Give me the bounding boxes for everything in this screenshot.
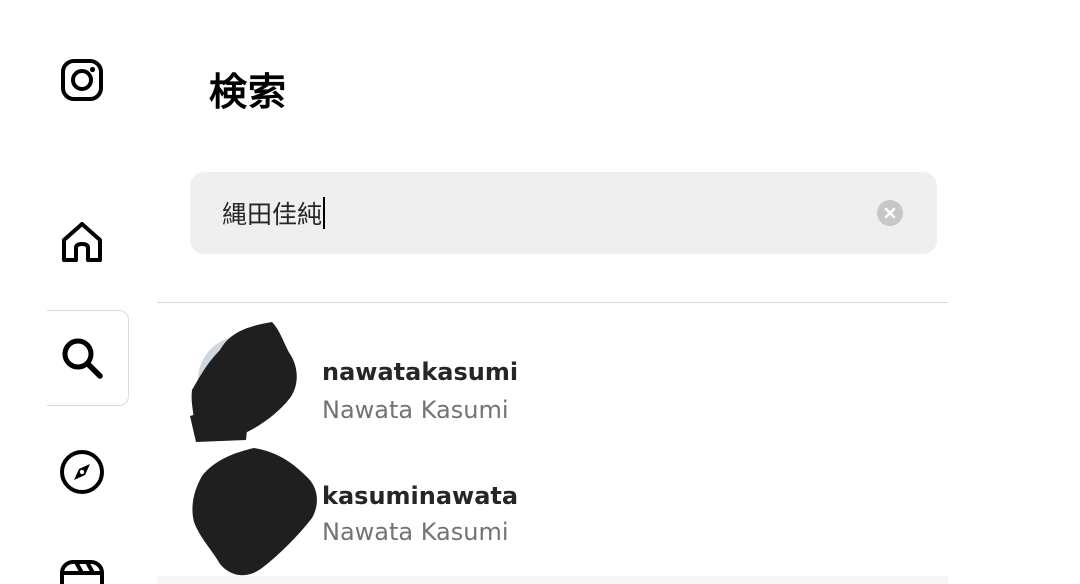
- avatar: [190, 446, 317, 576]
- search-field[interactable]: 縄田佳純: [190, 172, 937, 254]
- redaction-scribble: [192, 448, 317, 576]
- redaction-scribble: [190, 322, 297, 442]
- clear-circle-icon[interactable]: [877, 200, 903, 226]
- search-result-item[interactable]: kasuminawata Nawata Kasumi: [190, 446, 948, 576]
- search-icon[interactable]: [56, 332, 108, 384]
- reels-icon[interactable]: [56, 556, 108, 584]
- sidebar-nav: [0, 0, 157, 584]
- home-icon[interactable]: [56, 216, 108, 268]
- next-result-edge: [157, 576, 948, 584]
- result-full-name: Nawata Kasumi: [322, 396, 509, 424]
- search-result-item[interactable]: nawatakasumi Nawata Kasumi: [190, 320, 948, 442]
- result-username: kasuminawata: [322, 482, 519, 510]
- divider: [157, 302, 948, 303]
- search-input[interactable]: 縄田佳純: [222, 195, 326, 231]
- instagram-logo-icon[interactable]: [56, 54, 108, 106]
- search-query-text: 縄田佳純: [222, 200, 323, 229]
- compass-icon[interactable]: [56, 446, 108, 498]
- avatar: [190, 320, 310, 442]
- text-caret: [323, 197, 326, 229]
- result-full-name: Nawata Kasumi: [322, 518, 509, 546]
- page-title: 検索: [209, 70, 288, 115]
- result-username: nawatakasumi: [322, 358, 519, 386]
- instagram-search-page: 検索 縄田佳純 nawatakasumi Nawata Kasumi kasum…: [0, 0, 1080, 584]
